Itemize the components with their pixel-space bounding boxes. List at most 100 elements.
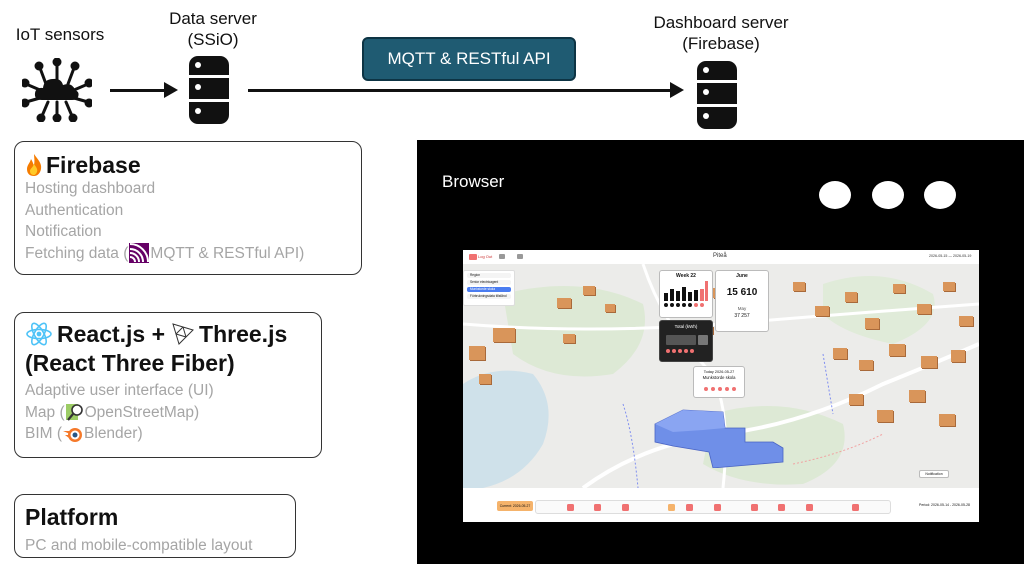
timeline-day-cell[interactable]	[824, 504, 831, 511]
firebase-title: Firebase	[46, 152, 141, 178]
timeline-day-cell[interactable]	[750, 504, 758, 511]
firebase-line-auth: Authentication	[25, 201, 124, 219]
timeline-day-cell[interactable]	[539, 504, 546, 511]
building	[793, 282, 805, 291]
today-dots	[704, 387, 738, 392]
timeline-day-cell[interactable]	[843, 504, 850, 511]
dashboard-city-title: Piteå	[713, 253, 727, 259]
platform-box: Platform PC and mobile-compatible layout	[14, 494, 296, 558]
map-prefix: Map (	[25, 403, 65, 421]
timeline-day-cell[interactable]	[732, 504, 739, 511]
selected-school-building[interactable]	[653, 404, 788, 468]
timeline-day-cell[interactable]	[548, 504, 555, 511]
timeline-day-cell[interactable]	[870, 504, 877, 511]
timeline-day-cell[interactable]	[797, 504, 804, 511]
timeline-day-cell[interactable]	[667, 504, 675, 511]
react-title: React.js +	[57, 321, 166, 347]
timeline-day-cell[interactable]	[659, 504, 666, 511]
timeline-day-cell[interactable]	[833, 504, 840, 511]
timeline-day-cell[interactable]	[695, 504, 702, 511]
map-suffix: OpenStreetMap)	[84, 403, 200, 421]
fetch-prefix: Fetching data (	[25, 244, 129, 262]
timeline-day-cell[interactable]	[621, 504, 629, 511]
total-gauge-side	[698, 335, 708, 345]
side-item-region[interactable]: Region	[467, 273, 511, 278]
week-card[interactable]: Week 22	[659, 270, 713, 318]
timeline-day-cell[interactable]	[713, 504, 721, 511]
logout-button[interactable]: Log Out	[478, 254, 492, 259]
toggle-icon[interactable]	[499, 254, 505, 259]
building	[865, 318, 879, 329]
building	[877, 410, 893, 422]
timeline-day-cell[interactable]	[576, 504, 583, 511]
today-card[interactable]: Today 2026-05-27 Munkstorde skola	[693, 366, 745, 398]
timeline-bar[interactable]: Current: 2026-05-27 Period: 2026-05-14 -…	[463, 488, 979, 522]
firebase-box: Firebase Hosting dashboard Authenticatio…	[14, 141, 362, 275]
timeline-day-cell[interactable]	[677, 504, 684, 511]
building	[859, 360, 873, 370]
month-card[interactable]: June 15 610 May 37 257	[715, 270, 769, 332]
firebase-line-hosting: Hosting dashboard	[25, 180, 156, 197]
timeline-day-cell[interactable]	[851, 504, 859, 511]
timeline-day-cell[interactable]	[640, 504, 647, 511]
timeline-day-cell[interactable]	[760, 504, 767, 511]
timeline-day-cell[interactable]	[603, 504, 610, 511]
window-dot-3	[924, 181, 956, 209]
react-box: React.js + Three.js (React Three Fiber) …	[14, 312, 322, 458]
map-icon[interactable]	[517, 254, 523, 259]
building	[583, 286, 595, 295]
timeline-day-cell[interactable]	[557, 504, 564, 511]
total-card[interactable]: Total (kWh)	[659, 320, 713, 362]
side-item-data[interactable]: Förbrukningsdata tillstånd	[467, 294, 511, 299]
timeline-day-cell[interactable]	[861, 504, 868, 511]
timeline-day-cell[interactable]	[631, 504, 638, 511]
window-dot-2	[872, 181, 904, 209]
timeline-day-cell[interactable]	[815, 504, 822, 511]
timeline-day-cell[interactable]	[705, 504, 712, 511]
building	[845, 292, 857, 302]
dashboard-top-bar: Log Out Piteå 2026-05-15 — 2026-05-19	[463, 250, 979, 265]
arrowhead	[670, 82, 684, 98]
building	[921, 356, 937, 368]
timeline-day-cell[interactable]	[613, 504, 620, 511]
side-item-school[interactable]: Munkstorde skola	[467, 287, 511, 292]
month-card-delta: 37 257	[734, 313, 750, 319]
month-card-value: 15 610	[726, 287, 758, 298]
timeline-day-cell[interactable]	[585, 504, 592, 511]
timeline-day-cell[interactable]	[594, 504, 602, 511]
building	[833, 348, 847, 359]
arrow-data-to-dashboard	[248, 89, 672, 92]
firebase-title-row: Firebase	[25, 152, 361, 178]
building	[469, 346, 485, 360]
dashboard-server-database-icon	[696, 61, 738, 129]
bim-prefix: BIM (	[25, 425, 63, 442]
browser-title: Browser	[442, 172, 505, 191]
timeline-day-cell[interactable]	[723, 504, 730, 511]
arrow-iot-to-data	[110, 89, 166, 92]
current-date-chip[interactable]: Current: 2026-05-27	[497, 501, 533, 511]
platform-line: PC and mobile-compatible layout	[25, 537, 253, 554]
timeline-day-cell[interactable]	[805, 504, 813, 511]
blender-icon	[63, 427, 83, 442]
building	[939, 414, 955, 426]
dashboard-date-range[interactable]: 2026-05-15 — 2026-05-19	[929, 254, 971, 258]
timeline-day-cell[interactable]	[649, 504, 656, 511]
building	[893, 284, 905, 293]
timeline-day-cell[interactable]	[769, 504, 776, 511]
mqtt-icon	[129, 243, 150, 264]
side-item-agent[interactable]: Senior electricagent	[467, 280, 511, 285]
building	[917, 304, 931, 314]
week-bar-chart	[664, 281, 708, 307]
building	[849, 394, 863, 405]
timeline-day-cell[interactable]	[686, 504, 694, 511]
timeline-day-cell[interactable]	[741, 504, 748, 511]
openstreetmap-icon	[65, 404, 83, 421]
map-3d-view[interactable]: Region Senior electricagent Munkstorde s…	[463, 264, 979, 488]
timeline-day-cell[interactable]	[778, 504, 786, 511]
notification-button[interactable]: Notification	[919, 470, 949, 478]
firebase-line-notification: Notification	[25, 223, 102, 240]
building	[605, 304, 615, 312]
timeline-day-cell[interactable]	[787, 504, 794, 511]
timeline-day-cell[interactable]	[566, 504, 574, 511]
threejs-icon	[172, 323, 194, 345]
